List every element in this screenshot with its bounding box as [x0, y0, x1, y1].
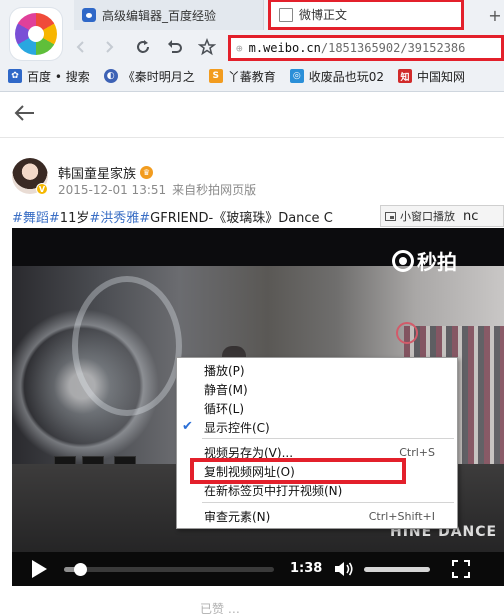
picture-in-picture-icon: [385, 211, 396, 221]
annotation-highlight-box: [190, 458, 406, 484]
post-text-age: 11岁: [59, 211, 90, 226]
bookmarks-bar: ✿ 百度 • 搜索 ◐ 《秦时明月之 S 丫蕃教育 ◎ 收废品也玩02 知 中国…: [0, 64, 504, 88]
checkmark-icon: ✔: [182, 419, 193, 434]
seek-bar[interactable]: [64, 563, 274, 576]
menu-item-shortcut: Ctrl+Shift+I: [368, 509, 435, 523]
brand-label: 秒拍: [417, 250, 457, 274]
tab-label: 高级编辑器_百度经验: [102, 8, 217, 23]
bookmark-qin[interactable]: ◐ 《秦时明月之: [103, 68, 195, 85]
fullscreen-icon[interactable]: [452, 560, 470, 578]
light-ring: [72, 276, 182, 416]
menu-separator: [202, 502, 454, 503]
menu-item-inspect[interactable]: 审查元素(N) Ctrl+Shift+I: [177, 507, 457, 525]
browser-logo-disc: [15, 13, 57, 55]
soku-icon: S: [208, 69, 223, 83]
post-timestamp: 2015-12-01 13:51: [58, 183, 167, 197]
menu-item-show-controls[interactable]: ✔ 显示控件(C): [177, 418, 457, 436]
undo-icon: [168, 40, 182, 53]
verified-badge-icon: V: [36, 183, 48, 195]
page-info-icon[interactable]: ⊕: [236, 42, 243, 55]
hashtag-dance[interactable]: #舞蹈#: [12, 211, 60, 226]
pip-button[interactable]: 小窗口播放 nc: [380, 205, 504, 227]
undo-close-button[interactable]: [164, 36, 186, 58]
navigation-bar: ⊕ m.weibo.cn/1851365902/39152386: [66, 33, 504, 63]
browser-logo-icon[interactable]: [10, 8, 62, 60]
bookmark-cnki[interactable]: 知 中国知网: [398, 68, 465, 85]
author-name[interactable]: 韩国童星家族: [58, 163, 136, 182]
forward-nav-button[interactable]: [98, 36, 120, 58]
qin-icon: ◐: [103, 69, 118, 83]
chevron-left-icon: [76, 41, 84, 53]
youku-icon: ◎: [289, 69, 304, 83]
plus-icon: +: [488, 5, 502, 25]
cnki-icon: 知: [398, 69, 413, 83]
menu-item-label: 播放(P): [204, 363, 245, 378]
bookmark-star-button[interactable]: [196, 36, 218, 58]
bookmark-label: 收废品也玩02: [308, 69, 385, 84]
menu-item-play[interactable]: 播放(P): [177, 361, 457, 379]
bookmark-label: 《秦时明月之: [122, 69, 195, 84]
post-meta: 2015-12-01 13:51 来自秒拍网页版: [58, 181, 256, 198]
baidu-paw-icon: [82, 8, 96, 22]
reload-button[interactable]: [132, 36, 154, 58]
footer-text: 已赞 …: [200, 602, 240, 614]
tab-label: 微博正文: [299, 8, 348, 22]
miaopai-logo-icon: [392, 249, 414, 272]
back-nav-button[interactable]: [70, 36, 92, 58]
volume-icon[interactable]: [334, 561, 354, 577]
menu-separator: [202, 438, 454, 439]
star-icon: [198, 38, 216, 56]
menu-item-label: 显示控件(C): [204, 420, 270, 435]
document-icon: [279, 7, 293, 22]
baidu-paw-icon: ✿: [8, 69, 22, 83]
context-menu: 播放(P) 静音(M) 循环(L) ✔ 显示控件(C) 视频另存为(V)... …: [176, 357, 458, 529]
bookmark-label: 中国知网: [417, 69, 466, 84]
time-display: 1:38: [290, 561, 323, 576]
address-bar[interactable]: ⊕ m.weibo.cn/1851365902/39152386: [228, 35, 504, 61]
hashtag-hong-su-a[interactable]: #洪秀雅#: [89, 211, 150, 226]
reload-icon: [137, 40, 149, 53]
video-controls: 1:38: [12, 552, 504, 586]
menu-item-label: 审查元素(N): [204, 509, 271, 524]
page-footer: 已赞 …: [0, 588, 504, 614]
play-icon[interactable]: [32, 560, 47, 578]
post-source: 来自秒拍网页版: [172, 183, 257, 197]
menu-item-shortcut: Ctrl+S: [399, 445, 435, 459]
wall-clock: [396, 322, 418, 344]
volume-slider[interactable]: [364, 567, 430, 572]
bookmark-baidu-search[interactable]: ✿ 百度 • 搜索: [8, 68, 90, 85]
page-header: [0, 92, 504, 138]
menu-item-label: 循环(L): [204, 401, 245, 416]
author-block: 韩国童星家族 ♛: [58, 163, 154, 182]
bookmark-recycling[interactable]: ◎ 收废品也玩02: [289, 68, 385, 85]
seek-handle[interactable]: [74, 563, 88, 576]
menu-item-label: 静音(M): [204, 382, 248, 397]
post-text-title: GFRIEND-《玻璃珠》Dance C: [150, 211, 333, 226]
chevron-right-icon: [106, 41, 114, 53]
pip-label: 小窗口播放: [400, 210, 455, 223]
url-path: /1851365902/39152386: [320, 41, 466, 55]
tab-weibo-post[interactable]: 微博正文: [268, 0, 464, 30]
menu-item-mute[interactable]: 静音(M): [177, 380, 457, 398]
bookmark-label: 丫蕃教育: [227, 69, 276, 84]
bookmark-education[interactable]: S 丫蕃教育: [208, 68, 276, 85]
menu-item-loop[interactable]: 循环(L): [177, 399, 457, 417]
miaopai-brand: 秒拍: [392, 246, 457, 275]
back-arrow-icon[interactable]: [10, 98, 40, 128]
menu-item-label: 在新标签页中打开视频(N): [204, 483, 343, 498]
member-crown-icon: ♛: [140, 166, 154, 179]
url-host: m.weibo.cn: [248, 41, 321, 55]
new-tab-button[interactable]: +: [486, 0, 504, 30]
browser-chrome: 高级编辑器_百度经验 微博正文 + ⊕ m.weibo.cn/185136590…: [0, 0, 504, 92]
bookmark-label: 百度 • 搜索: [27, 69, 90, 84]
tab-baidu-editor[interactable]: 高级编辑器_百度经验: [74, 0, 264, 30]
post-text-overflow: nc: [463, 208, 479, 224]
